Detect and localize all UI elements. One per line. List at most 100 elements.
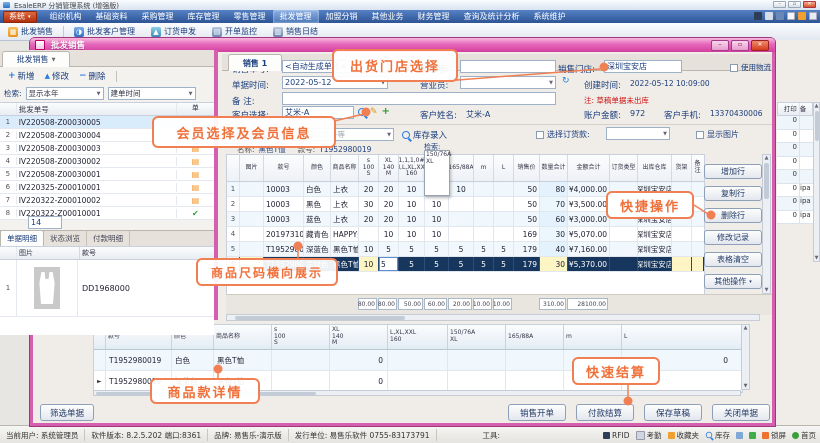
refresh-icon[interactable]: ↻ [562,77,570,86]
table-row[interactable]: 0 [777,116,813,130]
stock-button[interactable]: 库存 [705,430,730,441]
size-qty-cell[interactable] [449,212,474,226]
tab-status-view[interactable]: 状态浏览 [44,231,87,246]
column-order-no[interactable]: 批发单号 [17,103,177,115]
invoice-field[interactable] [460,60,556,73]
column-qty-total[interactable]: 数量合计 [540,155,568,181]
attendance-button[interactable]: 考勤 [636,430,662,441]
column-style-no[interactable]: 款号 [80,247,214,259]
menu-item-organization[interactable]: 组织机构 [43,10,89,23]
filter-year-dropdown[interactable]: 显示本年▼ [26,87,104,100]
column-size-group160[interactable]: 0,1,1,1,0#S, M,L,XL,XXL 160 [399,155,425,181]
size-qty-cell[interactable]: 5 [425,242,449,256]
column-color[interactable]: 颜色 [304,155,331,181]
column-size-xl140[interactable]: XL 140 M [330,325,388,349]
delete-order-button[interactable]: − 删除 [79,70,106,82]
home-button[interactable]: 首页 [792,430,816,441]
menu-item-otherbiz[interactable]: 其他业务 [365,10,411,23]
size-qty-cell[interactable]: 10 [399,212,425,226]
order-list-row[interactable]: 6 IV220325-Z00010001 ▤ [0,181,214,194]
open-sale-button[interactable]: 销售开单 [508,404,566,421]
grid-row[interactable]: 5 T1952980019 深蓝色 黑色T恤 10 5 5 5 5 5 5 17… [227,242,704,257]
menu-item-purchase[interactable]: 采购管理 [135,10,181,23]
size-qty-cell[interactable]: 10 [359,242,379,256]
table-row[interactable]: 0 [777,130,813,144]
column-flag[interactable]: 单 [177,103,214,115]
column-product-name[interactable]: 商品名称 [331,155,359,181]
left-panel-tab-wholesale[interactable]: 批发销售 ▼ [2,51,70,67]
grid-horizontal-scrollbar[interactable] [226,314,760,321]
clear-table-button[interactable]: 表格清空 [704,252,762,267]
use-logistics-checkbox[interactable] [730,64,738,72]
size-qty-cell[interactable]: 10 [359,257,379,271]
menu-item-finance[interactable]: 财务管理 [411,10,457,23]
size-column-popup[interactable]: 150/76A XL [424,150,450,196]
column-size-150-76a[interactable]: 150/76A XL [448,325,506,349]
menu-item-basedata[interactable]: 基础资料 [89,10,135,23]
modify-record-button[interactable]: 修改记录 [704,230,762,245]
chevron-down-icon[interactable]: ▼ [549,80,553,86]
chat-icon[interactable] [787,12,795,20]
app-close-button[interactable]: ✕ [803,1,816,8]
order-style-dropdown[interactable]: ▼ [606,127,670,140]
size-qty-cell[interactable]: 5 [399,257,425,271]
menu-item-query-stats[interactable]: 查询及统计分析 [457,10,527,23]
size-qty-cell[interactable] [474,197,494,211]
size-qty-cell[interactable]: 5 [399,242,425,256]
edit-order-button[interactable]: ▲ 修改 [45,70,69,82]
chevron-down-icon[interactable]: ▼ [387,132,391,138]
save-draft-button[interactable]: 保存草稿 [644,404,702,421]
tab-payment-detail[interactable]: 付款明细 [87,231,130,246]
column-size-m[interactable]: m [564,325,622,349]
table-row[interactable]: 0 [777,143,813,157]
menu-item-franchise[interactable]: 加盟分销 [319,10,365,23]
dialog-minimize-button[interactable]: – [711,40,729,51]
column-note[interactable]: 备注 [692,155,703,181]
order-list-row[interactable]: 4 IV220508-Z00030002 ▤ [0,155,214,168]
menu-item-wholesale[interactable]: 批发管理 [273,10,319,23]
menu-item-maintenance[interactable]: 系统维护 [527,10,573,23]
monitor-icon[interactable] [776,12,784,20]
order-list-row[interactable]: 7 IV220322-Z00010002 ▤ [0,194,214,207]
table-row[interactable]: 0 ipa [777,184,813,198]
size-qty-cell[interactable]: 5 [449,242,474,256]
column-image[interactable]: 图片 [240,155,264,181]
background-vertical-scrollbar[interactable]: ▲ ▼ [813,102,820,262]
phone-icon[interactable] [749,432,756,439]
column-size-group160[interactable]: L,XL,XXL 160 [388,325,448,349]
column-size-s100[interactable]: s 100 S [272,325,330,349]
stock-entry-link[interactable]: 库存录入 [413,129,447,141]
size-qty-cell[interactable] [449,227,474,241]
grid-vertical-scrollbar[interactable]: ▲ ▼ [762,154,771,294]
tab-document-detail[interactable]: 单据明细 [0,230,44,246]
window-icon[interactable] [809,12,817,20]
size-qty-cell[interactable]: 5 [379,257,399,271]
column-style-no[interactable]: 款号 [264,155,304,181]
search-icon[interactable] [358,108,366,116]
pencil-icon[interactable]: ✎ [370,108,378,116]
size-qty-cell[interactable]: 5 [474,242,494,256]
column-size-165-88a[interactable]: 165/88A [449,155,474,181]
filter-documents-button[interactable]: 筛选单据 [40,404,94,421]
size-qty-cell[interactable]: 10 [379,227,399,241]
size-qty-cell[interactable]: 10 [449,182,474,196]
app-maximize-button[interactable]: ▫ [788,1,801,8]
size-qty-cell[interactable] [494,227,514,241]
size-qty-cell[interactable] [474,212,494,226]
table-row[interactable]: 0 ipa [777,197,813,211]
menu-system-button[interactable]: 系统 ▾ [3,11,37,23]
add-customer-icon[interactable]: + [382,108,390,116]
grid-row[interactable]: 4 2019731025 藏青色 HAPPY外套 10 10 10 169 30… [227,227,704,242]
copy-row-button[interactable]: 复制行 [704,186,762,201]
rfid-button[interactable]: RFID [603,431,630,440]
size-qty-cell[interactable]: 10 [425,212,449,226]
size-qty-cell[interactable]: 20 [379,197,399,211]
show-image-checkbox[interactable] [696,131,704,139]
clerk-field[interactable]: ▼ [460,76,556,89]
close-document-button[interactable]: 关闭单据 [712,404,770,421]
column-price[interactable]: 销售价 [514,155,540,181]
table-row[interactable]: 0 [777,170,813,184]
column-product-name[interactable]: 商品名称 [214,325,272,349]
chevron-down-icon[interactable]: ▼ [663,131,667,137]
size-qty-cell[interactable]: 20 [359,212,379,226]
